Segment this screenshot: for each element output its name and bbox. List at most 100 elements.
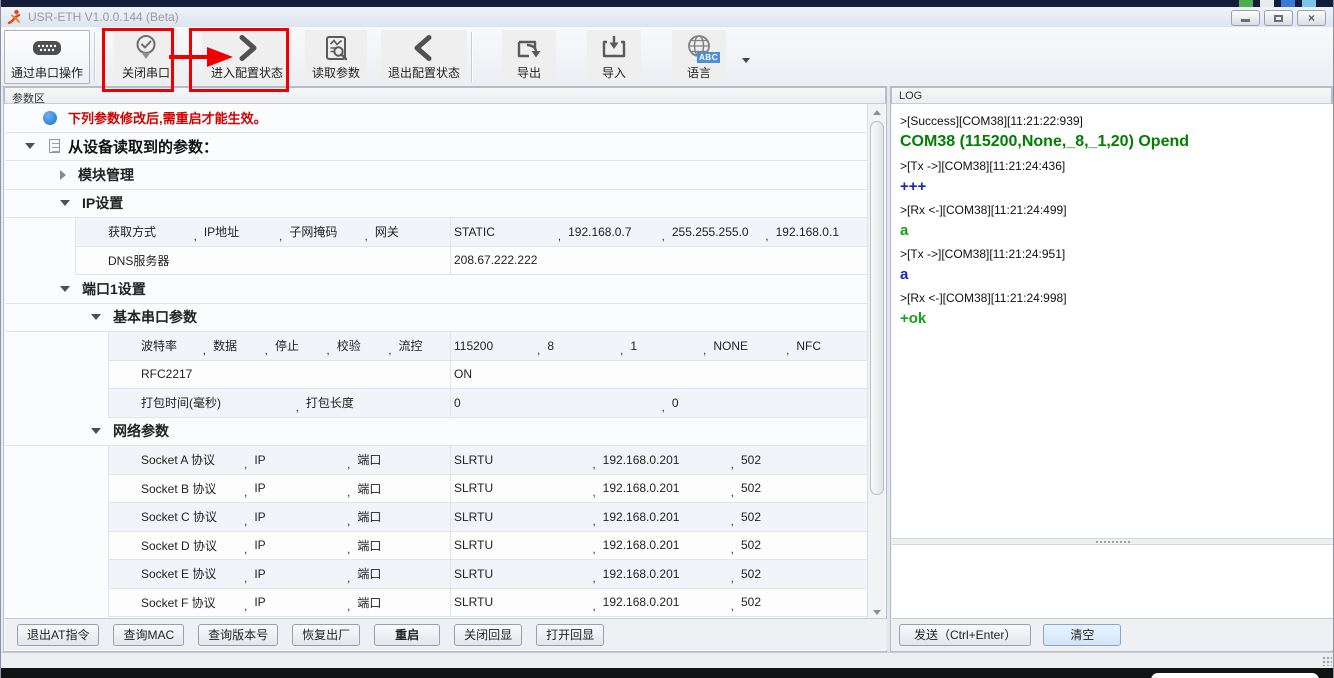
param-value[interactable]: ON xyxy=(454,367,869,381)
param-value[interactable]: SLRTU xyxy=(454,481,592,495)
param-value[interactable]: 0 xyxy=(454,396,662,410)
annotation-box-close-serial xyxy=(102,28,174,92)
query-mac-button[interactable]: 查询MAC xyxy=(113,624,184,646)
scroll-up-icon[interactable] xyxy=(868,104,885,120)
tree-group-row[interactable]: 端口1设置 xyxy=(5,275,869,304)
param-label: ,子网掩码 xyxy=(279,223,365,240)
toolbar-button-label: 导出 xyxy=(517,64,541,81)
factory-reset-button[interactable]: 恢复出厂 xyxy=(292,624,360,646)
param-value[interactable]: SLRTU xyxy=(454,567,592,581)
param-value[interactable]: ,NFC xyxy=(786,339,869,353)
param-value[interactable]: ,0 xyxy=(662,396,870,410)
tree-group-row[interactable]: IP设置 xyxy=(5,190,869,219)
param-value[interactable]: ,502 xyxy=(731,538,869,552)
tree-group-row[interactable]: 模块管理 xyxy=(5,161,869,190)
close-echo-button[interactable]: 关闭回显 xyxy=(454,624,522,646)
param-value[interactable]: 208.67.222.222 xyxy=(454,253,869,267)
minimize-button[interactable] xyxy=(1231,10,1260,26)
param-value[interactable]: SLRTU xyxy=(454,510,592,524)
param-scrollbar[interactable] xyxy=(867,104,885,620)
collapse-arrow-icon[interactable] xyxy=(25,143,35,149)
export-button[interactable]: 导出 xyxy=(502,30,556,84)
collapse-arrow-icon[interactable] xyxy=(60,286,70,292)
param-cell[interactable]: 波特率,数据,停止,校验,流控115200,8,1,NONE,NFC xyxy=(108,332,869,361)
open-echo-button[interactable]: 打开回显 xyxy=(536,624,604,646)
param-value[interactable]: ,502 xyxy=(731,453,869,467)
comma-separator: , xyxy=(347,599,350,613)
restart-button[interactable]: 重启 xyxy=(374,624,440,646)
param-value[interactable]: ,192.168.0.201 xyxy=(592,510,730,524)
exit-at-command-button[interactable]: 退出AT指令 xyxy=(17,624,99,646)
param-value[interactable]: 115200 xyxy=(454,339,537,353)
param-value[interactable]: ,192.168.0.201 xyxy=(592,567,730,581)
background-window-edge xyxy=(1149,671,1321,678)
param-cell[interactable]: Socket C 协议,IP,端口SLRTU,192.168.0.201,502 xyxy=(108,503,869,532)
param-value[interactable]: ,502 xyxy=(731,567,869,581)
param-value[interactable]: ,192.168.0.201 xyxy=(592,595,730,609)
exit-config-state-button[interactable]: 退出配置状态 xyxy=(381,30,467,84)
param-value[interactable]: ,502 xyxy=(731,595,869,609)
param-value[interactable]: ,8 xyxy=(537,339,620,353)
language-button[interactable]: ABC 语言 xyxy=(672,30,726,84)
param-value[interactable]: SLRTU xyxy=(454,538,592,552)
param-cell[interactable]: Socket E 协议,IP,端口SLRTU,192.168.0.201,502 xyxy=(108,560,869,589)
param-row: 打包时间(毫秒),打包长度0,0 xyxy=(5,389,869,418)
param-cell[interactable]: 打包时间(毫秒),打包长度0,0 xyxy=(108,389,869,418)
param-cell[interactable]: Socket D 协议,IP,端口SLRTU,192.168.0.201,502 xyxy=(108,532,869,561)
maximize-button[interactable] xyxy=(1264,10,1293,26)
background-tab-icon xyxy=(1260,0,1274,7)
param-value[interactable]: ,502 xyxy=(731,481,869,495)
close-button[interactable]: × xyxy=(1297,10,1326,26)
param-label: Socket B 协议 xyxy=(141,480,244,497)
tree-group-row[interactable]: 网络参数 xyxy=(5,418,869,447)
param-cell[interactable]: Socket F 协议,IP,端口SLRTU,192.168.0.201,502 xyxy=(108,589,869,618)
log-entry-tx: a xyxy=(900,266,1325,283)
titlebar: USR-ETH V1.0.0.144 (Beta) × xyxy=(1,7,1334,28)
collapse-arrow-icon[interactable] xyxy=(60,200,70,206)
param-values: SLRTU,192.168.0.201,502 xyxy=(451,589,869,617)
param-cell[interactable]: Socket A 协议,IP,端口SLRTU,192.168.0.201,502 xyxy=(108,446,869,475)
param-value[interactable]: ,255.255.255.0 xyxy=(662,225,766,239)
collapse-arrow-icon[interactable] xyxy=(91,428,101,434)
log-content[interactable]: >[Success][COM38][11:21:22:939]COM38 (11… xyxy=(892,104,1333,539)
clear-button[interactable]: 清空 xyxy=(1043,624,1121,646)
param-value[interactable]: ,502 xyxy=(731,510,869,524)
operate-via-serial-button[interactable]: 通过串口操作 xyxy=(4,30,90,84)
param-value[interactable]: SLRTU xyxy=(454,453,592,467)
tree-group-row[interactable]: 从设备读取到的参数： xyxy=(5,133,869,162)
param-value[interactable]: ,192.168.0.1 xyxy=(765,225,869,239)
collapse-arrow-icon[interactable] xyxy=(91,314,101,320)
tree-group-row[interactable]: 基本串口参数 xyxy=(5,304,869,333)
resize-grip[interactable] xyxy=(1322,656,1332,666)
param-value[interactable]: ,192.168.0.201 xyxy=(592,538,730,552)
param-value[interactable]: ,192.168.0.201 xyxy=(592,453,730,467)
comma-separator: , xyxy=(296,400,299,414)
comma-separator: , xyxy=(662,400,665,414)
param-labels: Socket B 协议,IP,端口 xyxy=(109,475,451,503)
param-value[interactable]: ,NONE xyxy=(703,339,786,353)
param-value[interactable]: SLRTU xyxy=(454,595,592,609)
comma-separator: , xyxy=(265,343,268,357)
import-button[interactable]: 导入 xyxy=(587,30,641,84)
send-button[interactable]: 发送（Ctrl+Enter） xyxy=(899,624,1031,646)
param-value[interactable]: STATIC xyxy=(454,225,558,239)
scrollbar-thumb[interactable] xyxy=(870,121,884,495)
send-input[interactable] xyxy=(892,544,1333,621)
param-value[interactable]: ,192.168.0.201 xyxy=(592,481,730,495)
param-cell[interactable]: 获取方式,IP地址,子网掩码,网关STATIC,192.168.0.7,255.… xyxy=(75,218,869,247)
param-cell[interactable]: Socket B 协议,IP,端口SLRTU,192.168.0.201,502 xyxy=(108,475,869,504)
param-value[interactable]: ,192.168.0.7 xyxy=(558,225,662,239)
close-icon: × xyxy=(1308,12,1315,24)
query-version-button[interactable]: 查询版本号 xyxy=(198,624,278,646)
param-cell[interactable]: RFC2217ON xyxy=(108,361,869,390)
param-values: SLRTU,192.168.0.201,502 xyxy=(451,532,869,560)
language-dropdown-caret[interactable] xyxy=(742,58,750,63)
param-value[interactable]: ,1 xyxy=(620,339,703,353)
abc-badge: ABC xyxy=(697,52,720,63)
param-cell[interactable]: DNS服务器208.67.222.222 xyxy=(75,247,869,276)
comma-separator: , xyxy=(731,571,734,585)
param-row: Socket C 协议,IP,端口SLRTU,192.168.0.201,502 xyxy=(5,503,869,532)
read-params-button[interactable]: 读取参数 xyxy=(305,30,367,84)
comma-separator: , xyxy=(592,542,595,556)
expand-arrow-icon[interactable] xyxy=(60,170,66,180)
